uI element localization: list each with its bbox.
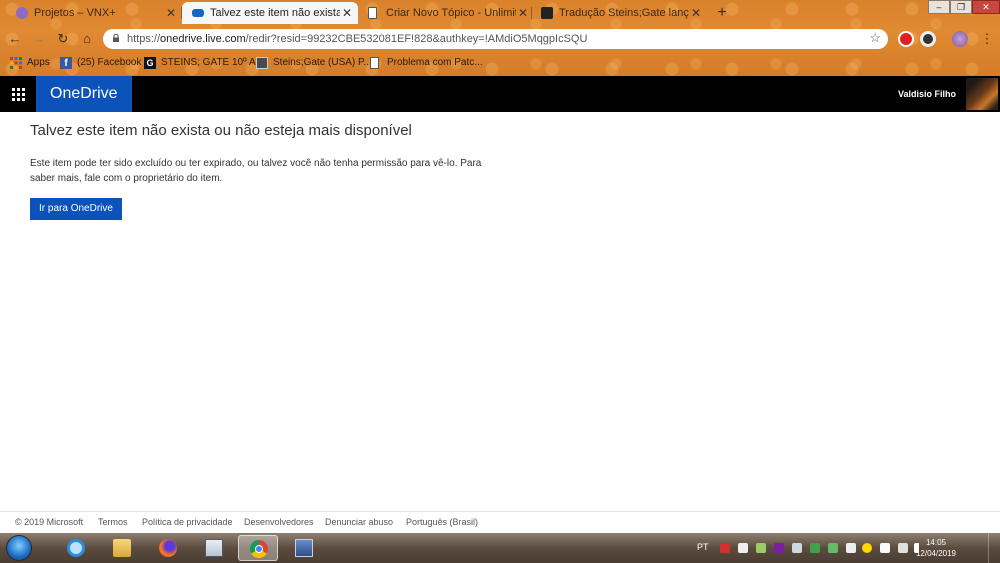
clock-date: 12/04/2019: [915, 549, 956, 558]
back-button[interactable]: ←: [6, 30, 24, 48]
footer-link-language[interactable]: Português (Brasil): [406, 517, 478, 527]
tab-projetos[interactable]: Projetos – VNX+ ✕: [6, 2, 182, 24]
tab-title: Talvez este item não exista ou não: [210, 7, 340, 19]
forward-button[interactable]: →: [30, 30, 48, 48]
browser-chrome: Projetos – VNX+ ✕ Talvez este item não e…: [0, 0, 1000, 76]
firefox-icon: [159, 539, 177, 557]
footer-link-terms[interactable]: Termos: [98, 517, 128, 527]
volume-icon[interactable]: [898, 543, 908, 553]
bookmark-label: Problema com Patc...: [387, 57, 483, 68]
error-message: Este item pode ter sido excluído ou ter …: [30, 158, 482, 184]
site-favicon-icon: [256, 57, 268, 69]
bookmark-label: STEINS; GATE 10º A...: [161, 57, 264, 68]
window-close-button[interactable]: ✕: [972, 0, 1000, 14]
address-bar[interactable]: https://onedrive.live.com/redir?resid=99…: [103, 29, 888, 49]
restore-button[interactable]: ❐: [950, 0, 972, 14]
vnx-favicon-icon: [16, 7, 28, 19]
go-to-onedrive-button[interactable]: Ir para OneDrive: [30, 198, 122, 220]
bookmarks-bar: Apps f (25) Facebook G STEINS; GATE 10º …: [0, 52, 1000, 74]
user-avatar[interactable]: [966, 78, 998, 110]
minimize-button[interactable]: –: [928, 0, 950, 14]
opera-extension-icon[interactable]: [898, 31, 914, 47]
home-button[interactable]: ⌂: [78, 30, 96, 48]
calculator-icon: [205, 539, 223, 557]
taskbar-app[interactable]: [284, 535, 324, 561]
url-path: /redir?resid=99232CBE532081EF!828&authke…: [245, 33, 588, 45]
menu-icon[interactable]: ⋮: [978, 30, 996, 48]
taskbar-firefox[interactable]: [148, 535, 188, 561]
tab-traducao[interactable]: Tradução Steins;Gate lançada! – ✕: [531, 2, 707, 24]
chrome-icon: [250, 540, 268, 558]
page-icon: [368, 7, 377, 19]
footer-link-privacy[interactable]: Política de privacidade: [142, 517, 233, 527]
lock-icon[interactable]: [738, 543, 748, 553]
taskbar-chrome[interactable]: [238, 535, 278, 561]
onedrive-header: OneDrive Valdisio Filho: [0, 76, 1000, 112]
bookmark-steinsgate-usa[interactable]: Steins;Gate (USA) P...: [256, 55, 372, 71]
app-launcher-icon[interactable]: [0, 76, 36, 112]
tray-app-icon[interactable]: [756, 543, 766, 553]
page-title: Talvez este item não exista ou não estej…: [30, 122, 412, 139]
browser-toolbar: ← → ↻ ⌂ https://onedrive.live.com/redir?…: [0, 26, 1000, 52]
internet-explorer-icon: [67, 539, 85, 557]
sync-icon[interactable]: [810, 543, 820, 553]
bookmark-label: Steins;Gate (USA) P...: [273, 57, 372, 68]
bookmark-steinsgate-10[interactable]: G STEINS; GATE 10º A...: [144, 55, 264, 71]
lock-icon: [113, 34, 119, 42]
bookmark-label: (25) Facebook: [77, 57, 142, 68]
close-icon[interactable]: ✕: [518, 2, 528, 24]
utorrent-icon[interactable]: [828, 543, 838, 553]
footer-link-report-abuse[interactable]: Denunciar abuso: [325, 517, 393, 527]
window-app-icon: [295, 539, 313, 557]
mcafee-icon[interactable]: [720, 543, 730, 553]
bookmark-problema-patch[interactable]: Problema com Patc...: [370, 55, 483, 71]
taskbar-calculator[interactable]: [194, 535, 234, 561]
url-text: https://onedrive.live.com/redir?resid=99…: [127, 29, 587, 49]
tab-strip: Projetos – VNX+ ✕ Talvez este item não e…: [0, 0, 1000, 26]
bookmark-star-icon[interactable]: ☆: [869, 30, 881, 46]
windows-taskbar: PT 14:05 12/04/2019: [0, 533, 1000, 563]
onedrive-brand[interactable]: OneDrive: [36, 76, 132, 112]
onenote-icon[interactable]: [774, 543, 784, 553]
taskbar-explorer[interactable]: [102, 535, 142, 561]
reload-button[interactable]: ↻: [54, 30, 72, 48]
tab-title: Tradução Steins;Gate lançada! –: [559, 7, 689, 19]
page-footer: © 2019 Microsoft Termos Política de priv…: [0, 511, 1000, 533]
bookmark-apps[interactable]: Apps: [10, 55, 50, 71]
profile-avatar[interactable]: [952, 31, 968, 47]
apps-grid-icon: [10, 57, 22, 69]
folder-icon: [113, 539, 131, 557]
onedrive-cloud-icon: [192, 9, 204, 17]
steinsgate-favicon-icon: [541, 7, 553, 19]
close-icon[interactable]: ✕: [342, 2, 352, 24]
tab-title: Criar Novo Tópico - Unlimited Vi: [386, 7, 516, 19]
tray-app-icon[interactable]: [792, 543, 802, 553]
copyright-text: © 2019 Microsoft: [15, 517, 84, 527]
tab-onedrive[interactable]: Talvez este item não exista ou não ✕: [182, 2, 358, 24]
language-indicator[interactable]: PT: [697, 542, 709, 552]
page-icon: [370, 57, 379, 69]
tray-app-icon[interactable]: [846, 543, 856, 553]
start-button[interactable]: [6, 535, 32, 561]
new-tab-button[interactable]: +: [712, 3, 732, 23]
system-clock[interactable]: 14:05 12/04/2019: [916, 537, 956, 559]
url-host: onedrive.live.com: [160, 33, 246, 45]
user-name[interactable]: Valdisio Filho: [898, 76, 956, 112]
tray-app-icon[interactable]: [862, 543, 872, 553]
extension-icon[interactable]: [920, 31, 936, 47]
tab-title: Projetos – VNX+: [34, 7, 116, 19]
clock-time: 14:05: [925, 538, 946, 547]
bookmark-facebook[interactable]: f (25) Facebook: [60, 55, 141, 71]
taskbar-internet-explorer[interactable]: [56, 535, 96, 561]
g-logo-icon: G: [144, 57, 156, 69]
bookmark-label: Apps: [27, 57, 50, 68]
url-scheme: https://: [127, 33, 161, 45]
facebook-icon: f: [60, 57, 72, 69]
close-icon[interactable]: ✕: [166, 2, 176, 24]
close-icon[interactable]: ✕: [691, 2, 701, 24]
monitor-icon[interactable]: [880, 543, 890, 553]
tab-criar-topico[interactable]: Criar Novo Tópico - Unlimited Vi ✕: [358, 2, 534, 24]
footer-link-developers[interactable]: Desenvolvedores: [244, 517, 314, 527]
show-desktop-button[interactable]: [988, 533, 1000, 563]
